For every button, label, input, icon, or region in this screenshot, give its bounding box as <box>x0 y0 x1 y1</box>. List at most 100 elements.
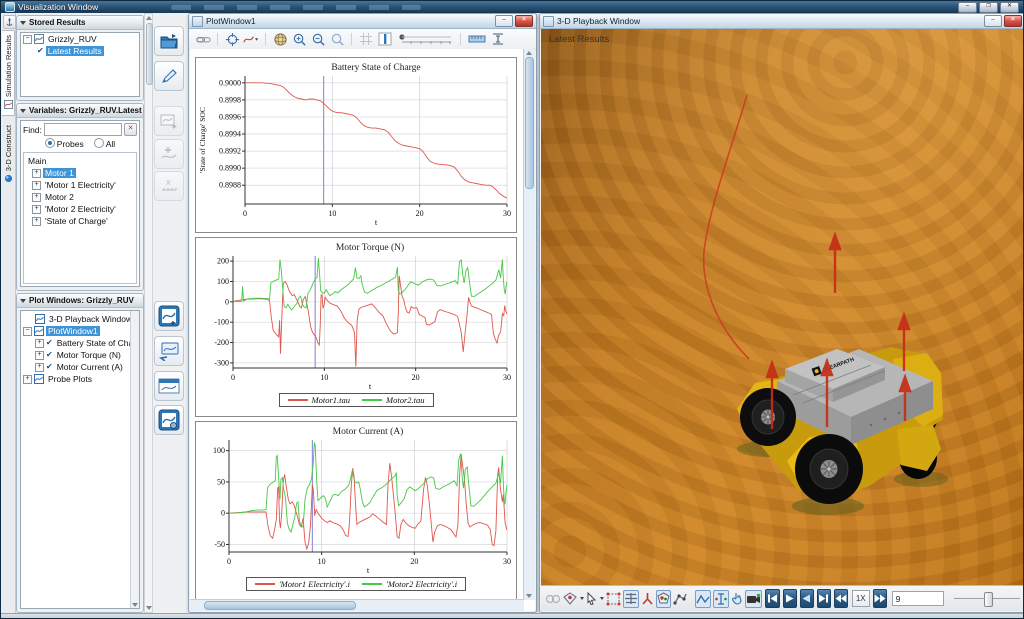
collapse-icon[interactable] <box>23 35 32 44</box>
axes-icon[interactable] <box>641 590 654 608</box>
playback-slider[interactable] <box>954 591 1020 606</box>
svg-text:Motor Current (A): Motor Current (A) <box>333 426 404 437</box>
tree-item-3d-playback-window[interactable]: 3-D Playback Window <box>21 313 139 325</box>
tree-item-latest-results[interactable]: Latest Results <box>21 45 139 57</box>
plot-window-titlebar[interactable]: PlotWindow1 <box>189 14 536 29</box>
radio-probes[interactable]: Probes <box>45 138 84 149</box>
export-plot-icon <box>159 112 179 130</box>
grid-toggle-icon[interactable] <box>623 590 639 608</box>
tree-item-motor-torque[interactable]: Motor Torque (N) <box>21 349 139 361</box>
3d-viewport[interactable]: Latest Results <box>541 29 1024 585</box>
chart-battery-soc[interactable]: Battery State of Charge0.90000.89980.899… <box>195 57 517 233</box>
tree-item-plotwindow1[interactable]: PlotWindow1 <box>21 325 139 337</box>
plot-strip-button[interactable] <box>154 371 184 401</box>
record-icon[interactable] <box>745 590 762 608</box>
expand-icon[interactable] <box>23 375 32 384</box>
skip-end-button[interactable] <box>817 589 831 608</box>
minimize-button[interactable] <box>984 15 1002 27</box>
touch-probe-icon[interactable] <box>731 590 743 608</box>
chart-motor-torque[interactable]: Motor Torque (N)2001000-100-200-30001020… <box>195 237 517 417</box>
time-slider[interactable] <box>396 31 454 47</box>
playback-window-title: 3-D Playback Window <box>557 16 640 26</box>
show-in-simulation-button[interactable] <box>154 336 184 366</box>
tab-simulation-results[interactable]: Simulation Results <box>2 30 15 116</box>
minimize-button[interactable] <box>495 15 513 27</box>
slower-button[interactable] <box>834 589 848 608</box>
probe-curve-icon[interactable] <box>695 590 711 608</box>
camera-views-icon[interactable] <box>563 590 577 608</box>
tree-item-motor1-electricity[interactable]: 'Motor 1 Electricity' <box>24 179 136 191</box>
zoom-in-icon[interactable] <box>291 31 307 47</box>
expand-icon[interactable] <box>32 169 41 178</box>
playback-window-titlebar[interactable]: 3-D Playback Window <box>540 14 1024 29</box>
tree-item-probe-plots[interactable]: Probe Plots <box>21 373 139 385</box>
new-plot-window-button[interactable] <box>154 301 184 331</box>
slider-thumb[interactable] <box>984 592 993 607</box>
tree-item-battery-soc[interactable]: Battery State of Charge <box>21 337 139 349</box>
trajectory-icon[interactable] <box>673 590 688 608</box>
play-backwards-button[interactable] <box>800 589 814 608</box>
zoom-window-icon[interactable] <box>329 31 345 47</box>
add-curve-button[interactable] <box>154 139 184 169</box>
panel-scrollbar[interactable] <box>130 311 139 608</box>
x-axis-button[interactable]: X <box>154 171 184 201</box>
zoom-out-icon[interactable] <box>310 31 326 47</box>
svg-text:X: X <box>166 180 171 187</box>
pin-icon[interactable] <box>3 15 16 29</box>
svg-text:200: 200 <box>217 257 229 266</box>
edit-button[interactable] <box>154 61 184 91</box>
cursor-line-icon[interactable] <box>713 590 729 608</box>
trajectory-path <box>704 95 749 359</box>
variables-header[interactable]: Variables: Grizzly_RUV.Latest Results <box>17 104 143 118</box>
link-icon[interactable] <box>195 31 211 47</box>
expand-icon[interactable] <box>32 205 41 214</box>
expand-icon[interactable] <box>32 193 41 202</box>
tree-item-motor-current[interactable]: Motor Current (A) <box>21 361 139 373</box>
tree-item-state-of-charge[interactable]: 'State of Charge' <box>24 215 136 227</box>
tree-item-motor1[interactable]: Motor 1 <box>24 167 136 179</box>
tab-3d-construct[interactable]: 3-D Construct <box>2 121 15 197</box>
faster-button[interactable] <box>873 589 887 608</box>
expand-icon[interactable] <box>35 339 44 348</box>
stereo-icon[interactable] <box>545 590 561 608</box>
rotate-icon[interactable] <box>272 31 288 47</box>
zoom-fit-icon[interactable] <box>606 590 621 608</box>
tree-item-motor2-electricity[interactable]: 'Motor 2 Electricity' <box>24 203 136 215</box>
sidebar-scrollbar[interactable] <box>144 13 153 613</box>
chart-motor-current[interactable]: Motor Current (A)100500-500102030t'Motor… <box>195 421 517 602</box>
close-button[interactable] <box>1004 15 1022 27</box>
clear-find-icon[interactable] <box>124 123 137 136</box>
extents-icon[interactable] <box>490 31 506 47</box>
expand-icon[interactable] <box>32 217 41 226</box>
collapse-icon[interactable] <box>23 327 32 336</box>
radio-all[interactable]: All <box>94 138 115 149</box>
probe-icon[interactable] <box>224 31 240 47</box>
curves-dropdown-icon[interactable] <box>243 31 259 47</box>
tree-item-grizzly-ruv[interactable]: Grizzly_RUV <box>21 33 139 45</box>
open-results-button[interactable] <box>154 26 184 56</box>
restore-button[interactable] <box>979 2 998 13</box>
frame-input[interactable] <box>892 591 944 606</box>
plot-settings-button[interactable] <box>154 405 184 435</box>
find-input[interactable] <box>44 123 122 136</box>
grid-icon[interactable] <box>358 31 374 47</box>
plot-horizontal-scrollbar[interactable] <box>190 599 524 611</box>
tree-item-main[interactable]: Main <box>24 155 136 167</box>
ruler-icon[interactable] <box>467 31 487 47</box>
expand-icon[interactable] <box>32 181 41 190</box>
play-button[interactable] <box>783 589 797 608</box>
close-button[interactable] <box>1000 2 1019 13</box>
stored-results-header[interactable]: Stored Results <box>17 16 143 30</box>
tree-item-motor2[interactable]: Motor 2 <box>24 191 136 203</box>
close-button[interactable] <box>515 15 533 27</box>
plot-vertical-scrollbar[interactable] <box>523 49 535 600</box>
select-cursor-icon[interactable] <box>586 590 597 608</box>
camera-track-icon[interactable] <box>656 590 671 608</box>
skip-start-button[interactable] <box>765 589 779 608</box>
cursor-bar-icon[interactable] <box>377 31 393 47</box>
minimize-button[interactable] <box>958 2 977 13</box>
plot-windows-header[interactable]: Plot Windows: Grizzly_RUV <box>17 294 143 308</box>
expand-icon[interactable] <box>35 351 44 360</box>
export-plot-button[interactable] <box>154 106 184 136</box>
expand-icon[interactable] <box>35 363 44 372</box>
